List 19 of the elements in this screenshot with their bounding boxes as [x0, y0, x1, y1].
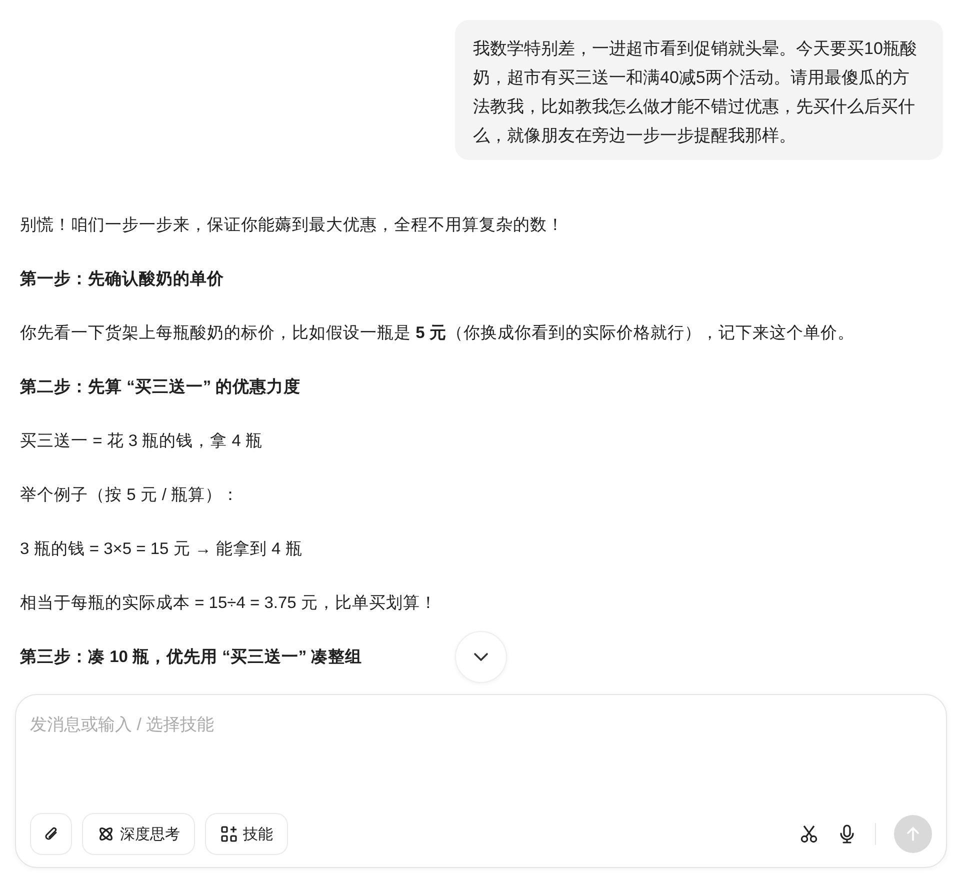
step-heading: 第三步：凑 10 瓶，优先用 “买三送一” 凑整组 — [20, 647, 362, 668]
scissors-icon[interactable] — [799, 824, 819, 844]
answer-paragraph: 你先看一下货架上每瓶酸奶的标价，比如假设一瓶是 5 元（你换成你看到的实际价格就行），记下来这个单价。 — [20, 323, 854, 344]
step-heading: 第二步：先算 “买三送一” 的优惠力度 — [20, 376, 301, 398]
answer-paragraph: 举个例子（按 5 元 / 瓶算）： — [20, 485, 240, 506]
answer-paragraph: 3 瓶的钱 = 3×5 = 15 元 → 能拿到 4 瓶 — [20, 539, 302, 560]
skills-button[interactable]: 技能 — [205, 813, 288, 855]
answer-paragraph: 买三送一 = 花 3 瓶的钱，拿 4 瓶 — [20, 431, 262, 452]
user-message: 我数学特别差，一进超市看到促销就头晕。今天要买10瓶酸奶，超市有买三送一和满40减5两个活动。请用最傻瓜的方法教我，比如教我怎么做才能不错过优惠，先买什么后买什么，就像朋友在旁边一步一步提醒我那样。 — [455, 20, 943, 160]
arrow-up-icon — [904, 825, 922, 843]
attach-button[interactable] — [30, 813, 72, 855]
grid-plus-icon — [220, 825, 238, 843]
microphone-icon[interactable] — [837, 824, 857, 844]
deep-think-button[interactable]: 深度思考 — [82, 813, 195, 855]
step-heading: 第一步：先确认酸奶的单价 — [20, 269, 224, 290]
message-input[interactable]: 发消息或输入 / 选择技能 深度思考 技能 — [15, 694, 947, 868]
atom-icon — [97, 825, 115, 843]
answer-paragraph: 别慌！咱们一步一步来，保证你能薅到最大优惠，全程不用算复杂的数！ — [20, 215, 564, 236]
answer-paragraph: 相当于每瓶的实际成本 = 15÷4 = 3.75 元，比单买划算！ — [20, 593, 437, 614]
